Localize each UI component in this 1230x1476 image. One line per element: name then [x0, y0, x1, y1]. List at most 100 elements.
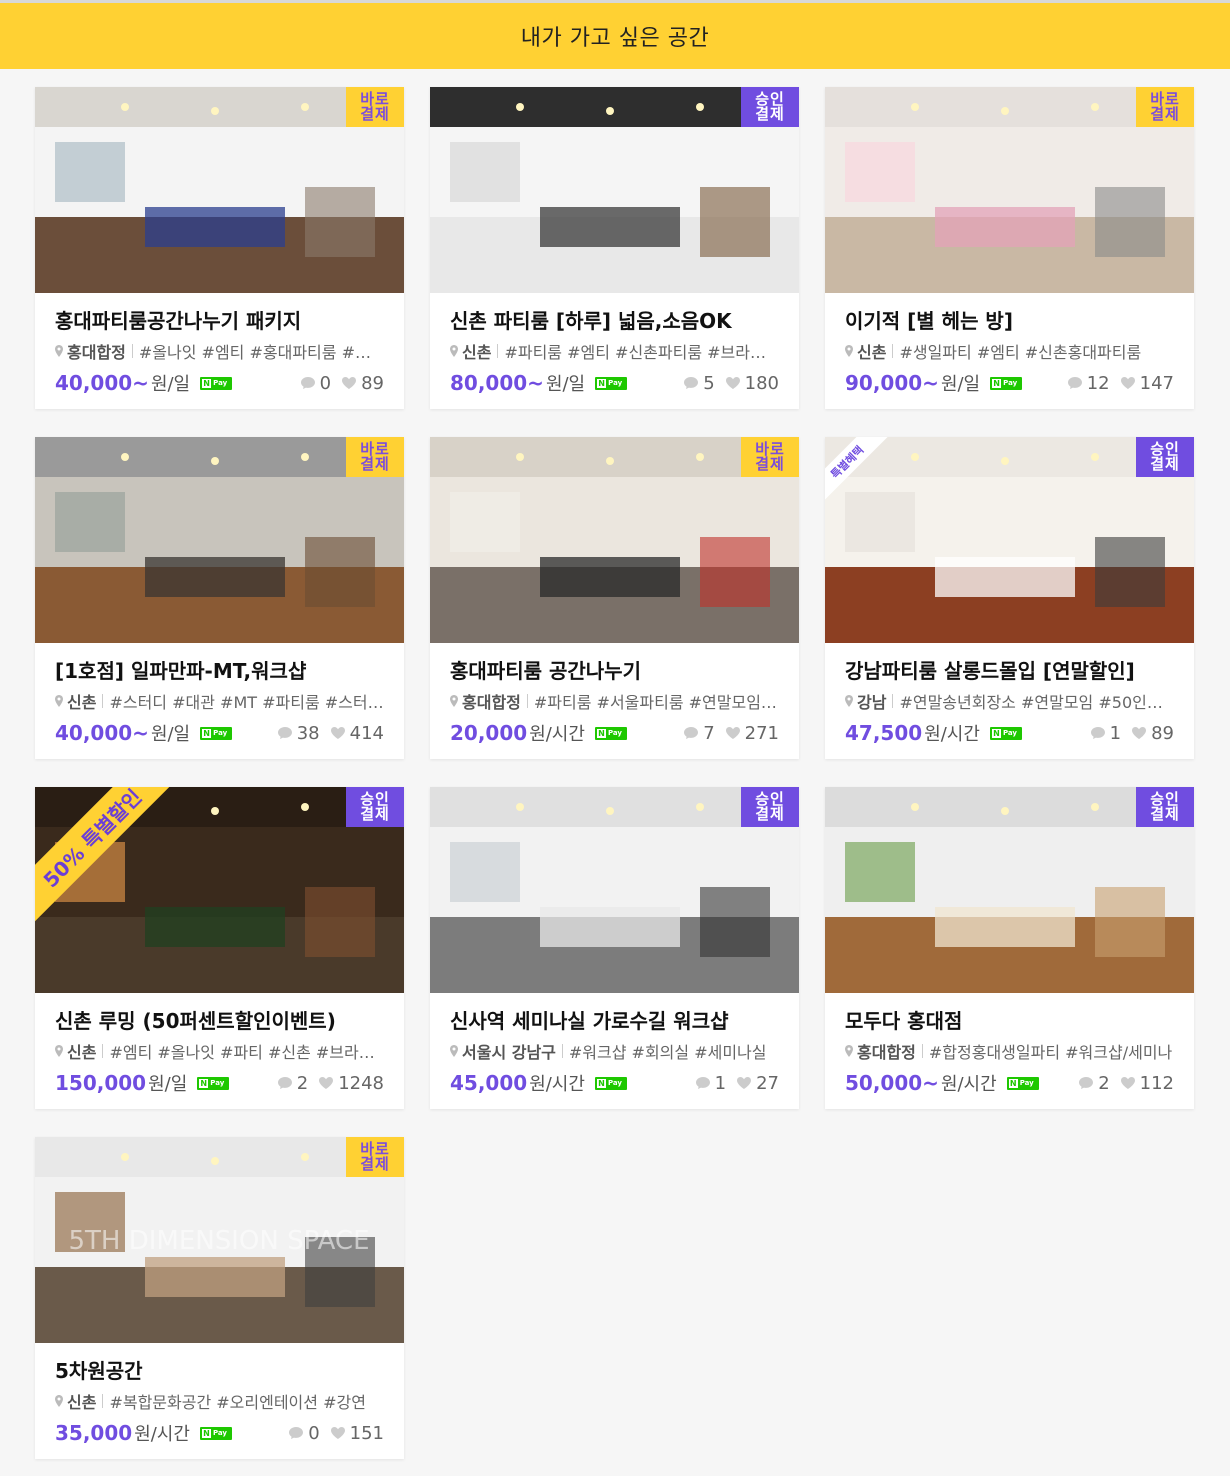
divider: [497, 344, 499, 358]
comment-count: 7: [683, 723, 715, 744]
listing-title[interactable]: 신촌 파티룸 [하루] 넓음,소음OK: [450, 308, 779, 334]
price-unit: 원/일: [148, 1074, 188, 1095]
listing-area: 강남: [857, 693, 887, 712]
comment-count: 5: [683, 373, 715, 394]
comment-count: 2: [277, 1073, 308, 1094]
npay-label: Pay: [210, 1079, 225, 1087]
listing-card[interactable]: 바로 결제 [1호점] 일파만파-MT,워크샵 신촌 #스터디 #대관 #MT #…: [35, 437, 404, 759]
listing-photo[interactable]: 승인 결제: [825, 787, 1194, 993]
price-unit: 원/시간: [924, 724, 980, 745]
location-pin-icon: [55, 345, 63, 357]
listing-photo[interactable]: 바로 결제: [825, 87, 1194, 293]
npay-label: Pay: [1003, 379, 1018, 387]
npay-label: Pay: [608, 379, 623, 387]
comment-icon: [1090, 727, 1105, 739]
price-unit: 원/일: [940, 374, 981, 395]
listing-card[interactable]: 바로 결제 홍대파티룸 공간나누기 홍대합정 #파티룸 #서울파티룸 #연말모임 …: [430, 437, 799, 759]
npay-label: Pay: [213, 729, 228, 737]
payment-badge: 승인 결제: [1136, 787, 1194, 827]
listing-card[interactable]: 5TH DIMENSION SPACE 바로 결제 5차원공간 신촌 #복합문화공…: [35, 1137, 404, 1459]
listing-card[interactable]: 바로 결제 이기적 [별 헤는 방] 신촌 #생일파티 #엠티 #신촌홍대파티룸 …: [825, 87, 1194, 409]
listing-card[interactable]: 특별혜택 승인 결제 강남파티룸 살롱드몰입 [연말할인] 강남 #연말송년회장소…: [825, 437, 1194, 759]
listing-card[interactable]: 승인 결제 모두다 홍대점 홍대합정 #합정홍대생일파티 #워크샵/세미나 50,…: [825, 787, 1194, 1109]
like-count: 180: [725, 373, 779, 394]
listing-card[interactable]: 승인 결제 신촌 파티룸 [하루] 넓음,소음OK 신촌 #파티룸 #엠티 #신촌…: [430, 87, 799, 409]
payment-badge: 바로 결제: [346, 1137, 404, 1177]
npay-icon: N Pay: [990, 376, 1023, 390]
npay-icon: N Pay: [200, 726, 233, 740]
listing-area: 홍대합정: [462, 693, 521, 712]
listing-photo[interactable]: 승인 결제: [430, 787, 799, 993]
like-count: 271: [725, 723, 779, 744]
listing-title[interactable]: 홍대파티룸공간나누기 패키지: [55, 308, 384, 334]
price-unit: 원/시간: [134, 1424, 190, 1445]
heart-icon: [725, 727, 740, 739]
listing-tags: #파티룸 #서울파티룸 #연말모임 #대관: [533, 693, 779, 712]
listing-photo[interactable]: 50% 특별할인 승인 결제: [35, 787, 404, 993]
comment-count: 1: [695, 1073, 726, 1094]
photo-overlay-text: 5TH DIMENSION SPACE: [68, 1226, 369, 1256]
price-unit: 원/시간: [529, 724, 585, 745]
listing-price: 40,000~: [55, 721, 149, 745]
listing-photo[interactable]: 바로 결제: [35, 437, 404, 643]
heart-icon: [1132, 727, 1147, 739]
listing-area: 신촌: [462, 343, 492, 362]
divider: [131, 344, 133, 358]
location-pin-icon: [55, 695, 63, 707]
listing-area: 서울시 강남구: [462, 1043, 556, 1062]
like-count: 147: [1120, 373, 1174, 394]
listing-title[interactable]: 강남파티룸 살롱드몰입 [연말할인]: [845, 658, 1174, 684]
listing-price: 20,000: [450, 721, 528, 745]
location-pin-icon: [450, 695, 458, 707]
listing-photo[interactable]: 승인 결제: [430, 87, 799, 293]
listing-title[interactable]: 이기적 [별 헤는 방]: [845, 308, 1174, 334]
listing-area: 신촌: [67, 693, 97, 712]
heart-icon: [1120, 1077, 1135, 1089]
npay-icon: N Pay: [595, 376, 628, 390]
listing-price: 35,000: [55, 1421, 133, 1445]
listing-photo[interactable]: 특별혜택 승인 결제: [825, 437, 1194, 643]
payment-badge: 바로 결제: [741, 437, 799, 477]
divider: [892, 694, 894, 708]
listing-photo[interactable]: 바로 결제: [35, 87, 404, 293]
comment-icon: [289, 1427, 304, 1439]
comment-icon: [277, 1077, 292, 1089]
listing-tags: #파티룸 #엠티 #신촌파티룸 #브라이덜샤워: [504, 343, 779, 362]
listing-tags: #합정홍대생일파티 #워크샵/세미나: [928, 1043, 1173, 1062]
listing-price: 50,000~: [845, 1071, 939, 1095]
like-count: 112: [1120, 1073, 1174, 1094]
listing-price: 47,500: [845, 721, 923, 745]
payment-badge: 바로 결제: [1136, 87, 1194, 127]
listing-card[interactable]: 바로 결제 홍대파티룸공간나누기 패키지 홍대합정 #올나잇 #엠티 #홍대파티룸…: [35, 87, 404, 409]
npay-icon: N Pay: [197, 1076, 230, 1090]
comment-icon: [277, 727, 292, 739]
like-count: 89: [1131, 723, 1174, 744]
listing-title[interactable]: [1호점] 일파만파-MT,워크샵: [55, 658, 384, 684]
divider: [102, 1044, 104, 1058]
listing-card[interactable]: 승인 결제 신사역 세미나실 가로수길 워크샵 서울시 강남구 #워크샵 #회의실…: [430, 787, 799, 1109]
listing-title[interactable]: 신사역 세미나실 가로수길 워크샵: [450, 1008, 779, 1034]
listing-area: 홍대합정: [67, 343, 126, 362]
location-pin-icon: [845, 695, 853, 707]
comment-icon: [1067, 377, 1082, 389]
listing-photo[interactable]: 바로 결제: [430, 437, 799, 643]
comment-count: 38: [277, 723, 320, 744]
npay-label: Pay: [213, 379, 228, 387]
page-title: 내가 가고 싶은 공간: [520, 26, 710, 51]
heart-icon: [330, 727, 345, 739]
listing-title[interactable]: 모두다 홍대점: [845, 1008, 1174, 1034]
comment-icon: [684, 727, 699, 739]
divider: [892, 344, 894, 358]
listing-title[interactable]: 홍대파티룸 공간나누기: [450, 658, 779, 684]
listing-title[interactable]: 5차원공간: [55, 1358, 384, 1384]
npay-icon: N Pay: [1006, 1076, 1039, 1090]
listing-photo[interactable]: 5TH DIMENSION SPACE 바로 결제: [35, 1137, 404, 1343]
payment-badge: 바로 결제: [346, 87, 404, 127]
like-count: 151: [330, 1423, 384, 1444]
like-count: 89: [341, 373, 384, 394]
divider: [102, 1394, 104, 1408]
heart-icon: [737, 1077, 752, 1089]
npay-icon: N Pay: [199, 1426, 232, 1440]
listing-card[interactable]: 50% 특별할인 승인 결제 신촌 루밍 (50퍼센트할인이벤트) 신촌 #엠티 …: [35, 787, 404, 1109]
listing-title[interactable]: 신촌 루밍 (50퍼센트할인이벤트): [55, 1008, 384, 1034]
